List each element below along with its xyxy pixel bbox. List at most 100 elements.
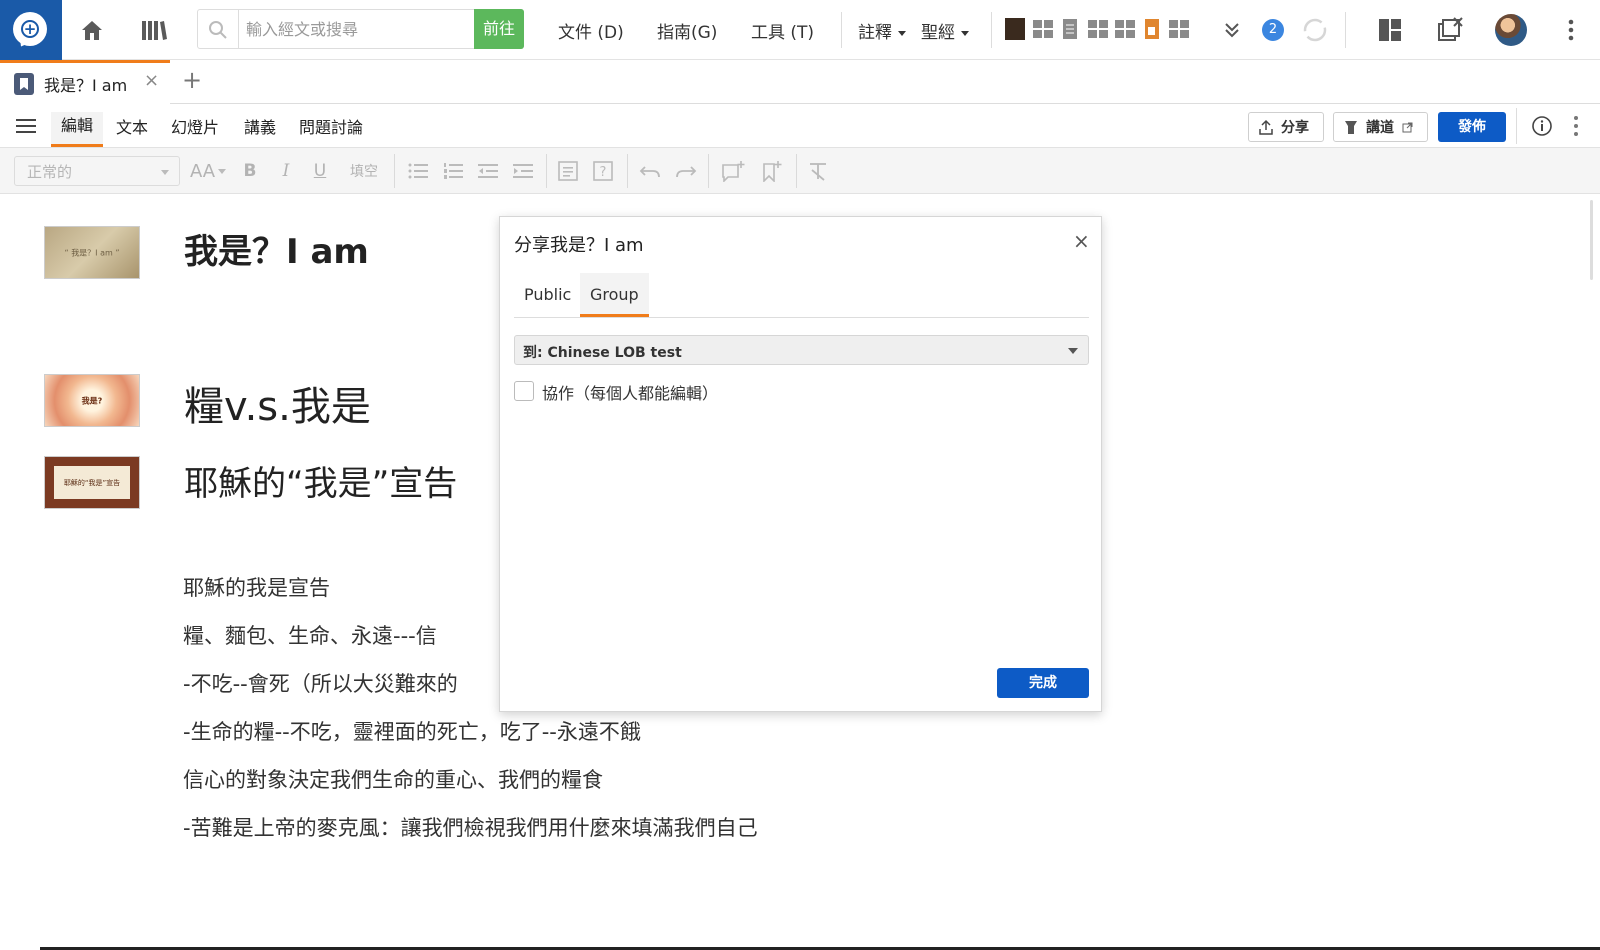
mode-tab-discussion[interactable]: 問題討論 (299, 114, 363, 138)
slide-heading[interactable]: 我是？I am (184, 224, 369, 273)
chevron-down-icon (961, 30, 969, 36)
library-icon[interactable] (138, 14, 170, 46)
slide-thumbnail[interactable]: 耶穌的“我是”宣告 (44, 456, 140, 509)
resource-book-icon[interactable] (1005, 18, 1025, 40)
bullet-list-icon[interactable] (406, 158, 430, 184)
chevron-down-icon (161, 170, 169, 175)
external-link-icon (1402, 122, 1413, 132)
paragraph[interactable]: -苦難是上帝的麥克風：讓我們檢視我們用什麼來填滿我們自己 (183, 812, 758, 842)
question-block-icon[interactable]: ? (591, 158, 615, 184)
info-icon[interactable] (1526, 110, 1558, 142)
collaborate-checkbox[interactable] (514, 381, 534, 401)
menu-file[interactable]: 文件 (D) (558, 18, 624, 43)
numbered-list-icon[interactable] (441, 158, 465, 184)
add-slide-icon[interactable] (720, 158, 746, 184)
close-panels-icon[interactable] (1434, 14, 1466, 46)
svg-text:?: ? (600, 165, 607, 180)
hamburger-menu-icon[interactable] (10, 110, 42, 142)
more-vertical-icon[interactable] (1560, 110, 1592, 142)
mode-tab-handout[interactable]: 講義 (244, 114, 276, 138)
menu-notes-label: 註釋 (858, 23, 892, 43)
redo-icon[interactable] (674, 158, 698, 184)
chevron-down-icon (218, 168, 227, 174)
underline-button[interactable]: U (310, 158, 330, 184)
undo-icon[interactable] (638, 158, 662, 184)
tab-public[interactable]: Public (514, 273, 581, 317)
resource-puzzle-icon[interactable] (1087, 18, 1108, 40)
editor-mode-bar: 編輯 文本 幻燈片 講義 問題討論 分享 講道 發佈 (0, 104, 1600, 148)
slide-heading[interactable]: 耶穌的“我是”宣告 (184, 456, 457, 505)
share-button[interactable]: 分享 (1248, 112, 1324, 142)
add-tab-button[interactable]: + (182, 66, 202, 94)
resource-book-orange-icon[interactable] (1144, 18, 1164, 40)
scrollbar[interactable] (1590, 200, 1593, 280)
outdent-icon[interactable] (476, 158, 500, 184)
search-input[interactable] (246, 10, 466, 48)
slide-heading[interactable]: 糧v.s.我是 (184, 374, 371, 432)
more-vertical-icon[interactable] (1555, 14, 1587, 46)
font-size-label: AA (189, 160, 216, 182)
format-toolbar: 正常的 AA B I U 填空 ? (0, 148, 1600, 194)
menu-guides[interactable]: 指南(G) (657, 18, 717, 43)
resource-document-icon[interactable] (1062, 18, 1082, 40)
collaborate-label[interactable]: 協作（每個人都能編輯） (542, 380, 718, 404)
tab-bar: 我是？I am × + (0, 60, 1600, 104)
tab-document[interactable]: 我是？I am × (0, 60, 170, 104)
clear-formatting-icon[interactable] (806, 158, 830, 184)
paragraph[interactable]: -生命的糧--不吃，靈裡面的死亡，吃了--永遠不餓 (183, 716, 641, 746)
add-bookmark-icon[interactable] (760, 158, 784, 184)
sermon-button[interactable]: 講道 (1333, 112, 1428, 142)
indent-icon[interactable] (511, 158, 535, 184)
paragraph[interactable]: 信心的對象決定我們生命的重心、我們的糧食 (183, 764, 603, 794)
font-size-button[interactable]: AA (189, 158, 227, 184)
notification-badge[interactable]: 2 (1262, 19, 1284, 41)
home-icon[interactable] (76, 14, 108, 46)
resource-puzzle-icon[interactable] (1168, 18, 1189, 40)
menu-notes[interactable]: 註釋 (858, 18, 906, 43)
user-avatar[interactable] (1495, 14, 1527, 46)
mode-tab-edit[interactable]: 編輯 (51, 112, 104, 147)
mode-tab-text[interactable]: 文本 (116, 114, 148, 138)
share-button-label: 分享 (1281, 120, 1309, 136)
share-dialog: 分享我是？I am × Public Group 到: Chinese LOB … (499, 216, 1102, 712)
close-icon[interactable]: × (1073, 229, 1090, 253)
paragraph[interactable]: 耶穌的我是宣告 (183, 572, 330, 602)
layout-icon[interactable] (1374, 14, 1406, 46)
publish-button[interactable]: 發佈 (1438, 112, 1506, 142)
slide-thumbnail[interactable]: “ 我是？I am ” (44, 226, 140, 279)
double-chevron-down-icon[interactable] (1216, 14, 1248, 46)
paragraph-style-select[interactable]: 正常的 (14, 156, 180, 186)
resource-puzzle-icon[interactable] (1114, 18, 1135, 40)
chevron-down-icon (1068, 348, 1078, 354)
slide-thumbnail-text: “ 我是？I am ” (64, 248, 120, 257)
paragraph[interactable]: 糧、麵包、生命、永遠---信 (183, 620, 437, 650)
tab-group[interactable]: Group (580, 273, 649, 317)
sermon-button-label: 講道 (1366, 120, 1394, 136)
menu-bible-label: 聖經 (921, 23, 955, 43)
resource-puzzle-icon[interactable] (1032, 18, 1053, 40)
pulpit-icon (1345, 121, 1357, 134)
slide-thumbnail-text: 耶穌的“我是”宣告 (63, 478, 121, 487)
note-block-icon[interactable] (556, 158, 580, 184)
app-logo-icon[interactable]: + (0, 0, 62, 60)
go-button[interactable]: 前往 (474, 9, 524, 49)
search-icon (209, 21, 227, 39)
mode-tab-slides[interactable]: 幻燈片 (171, 114, 219, 138)
tab-close-icon[interactable]: × (144, 70, 159, 91)
sync-icon[interactable] (1299, 14, 1331, 46)
bold-button[interactable]: B (240, 158, 260, 184)
chevron-down-icon (898, 30, 906, 36)
slide-thumbnail-text: 我是? (81, 396, 103, 405)
paragraph-style-value: 正常的 (27, 163, 73, 181)
dialog-title: 分享我是？I am (514, 235, 644, 256)
group-select[interactable]: 到: Chinese LOB test (514, 335, 1089, 365)
italic-button[interactable]: I (276, 158, 296, 184)
paragraph[interactable]: -不吃--會死（所以大災難來的 (183, 668, 458, 698)
menu-bible[interactable]: 聖經 (921, 18, 969, 43)
upload-icon (1259, 119, 1273, 135)
slide-thumbnail[interactable]: 我是? (44, 374, 140, 427)
menu-tools[interactable]: 工具 (T) (751, 18, 814, 43)
fill-blank-button[interactable]: 填空 (346, 158, 382, 184)
done-button[interactable]: 完成 (997, 668, 1089, 698)
sermon-doc-icon (14, 73, 34, 95)
